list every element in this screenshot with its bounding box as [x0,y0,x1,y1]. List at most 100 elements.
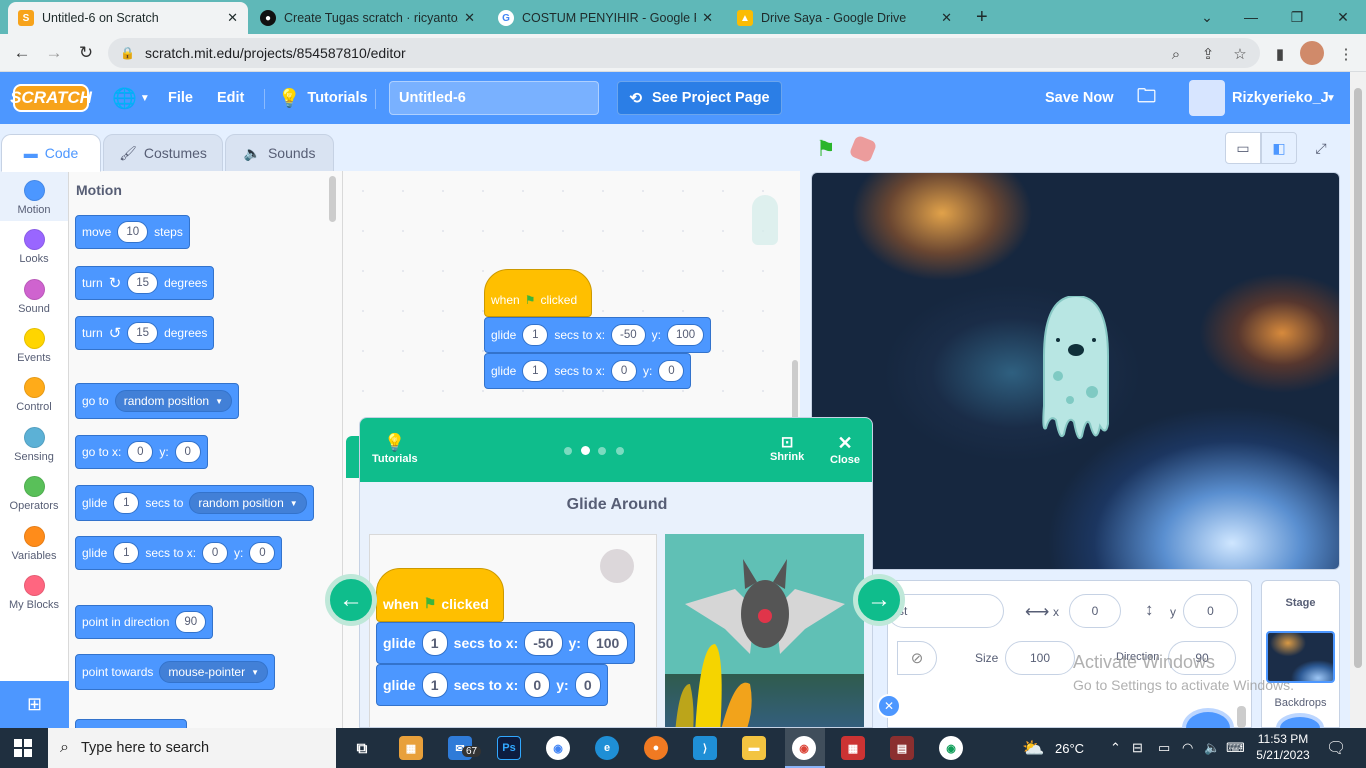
x-input[interactable]: 0 [202,542,229,564]
close-tutorial-button[interactable]: ✕ Close [830,433,860,466]
go-to-block[interactable]: go to random position ▼ [75,383,240,419]
hide-sprite-eye-icon[interactable]: ⊘ [897,641,937,675]
close-icon[interactable]: ✕ [227,10,238,26]
page-dot[interactable] [564,447,572,455]
category-my-blocks[interactable]: My Blocks [0,575,68,611]
category-motion[interactable]: Motion [0,180,68,216]
project-title-input[interactable]: Untitled-6 [389,81,599,115]
maximize-button[interactable]: ❐ [1274,0,1320,34]
archive-icon[interactable]: ▤ [890,736,914,760]
move-steps-block[interactable]: move 10 steps [75,215,190,249]
steps-input[interactable]: 10 [117,221,149,243]
address-bar[interactable]: 🔒 scratch.mit.edu/projects/854587810/edi… [108,38,1260,68]
tab-google-drive[interactable]: ▲ Drive Saya - Google Drive ✕ [727,2,962,34]
sprite-pane-scrollbar[interactable] [1237,706,1246,728]
category-events[interactable]: Events [0,328,68,364]
direction-input[interactable]: 90 [175,611,207,633]
turn-right-block[interactable]: turn ↻ 15 degrees [75,266,215,300]
menu-icon[interactable]: ⋮ [1336,44,1356,64]
category-variables[interactable]: Variables [0,526,68,562]
scratch-logo[interactable]: SCRATCH [10,84,92,112]
x-input[interactable]: 0 [611,360,638,382]
username[interactable]: Rizkyerieko_J [1232,72,1329,124]
green-flag-icon[interactable]: ⚑ [816,136,836,162]
y-input[interactable]: 0 [249,542,276,564]
chrome-secondary-icon[interactable]: ◉ [939,736,963,760]
y-input[interactable]: 100 [667,324,705,346]
file-explorer-icon[interactable]: ▬ [742,736,766,760]
secs-input[interactable]: 1 [113,492,140,514]
tab-untitled-6[interactable]: S Untitled-6 on Scratch ✕ [8,2,248,34]
language-icon[interactable]: ⌨ [1226,728,1245,768]
page-dot-current[interactable] [581,446,590,455]
vscode-icon[interactable]: ⟩ [693,736,717,760]
chrome-icon[interactable]: ◉ [546,736,570,760]
glide-to-dropdown[interactable]: random position ▼ [189,492,307,514]
workspace-scrollbar[interactable] [792,360,798,420]
tutorials-menu[interactable]: 💡 Tutorials [278,72,368,124]
clock[interactable]: 11:53 PM 5/21/2023 [1252,732,1314,762]
edit-menu[interactable]: Edit [217,72,244,124]
windows-start-icon[interactable] [14,739,32,757]
fullscreen-icon[interactable]: ⤢ [1303,132,1339,164]
save-now-button[interactable]: Save Now [1045,72,1114,124]
microsoft-store-icon[interactable]: ▦ [399,736,423,760]
point-towards-dropdown[interactable]: mouse-pointer ▼ [159,661,269,683]
glide-to-block[interactable]: glide 1 secs to random position ▼ [75,485,314,521]
share-icon[interactable]: ⇪ [1198,44,1218,64]
tab-github[interactable]: ● Create Tugas scratch · ricyanto/R ✕ [250,2,485,34]
scrollbar-thumb[interactable] [1354,88,1362,668]
go-to-dropdown[interactable]: random position ▼ [114,390,233,412]
reload-button[interactable]: ↻ [74,42,98,64]
close-icon[interactable]: ✕ [941,10,952,26]
tab-google-pen[interactable]: G COSTUM PENYIHIR - Google Pen ✕ [488,2,723,34]
close-icon[interactable]: ✕ [464,10,475,26]
delete-sprite-icon[interactable]: ✕ [877,694,901,718]
language-globe-icon[interactable]: 🌐 ▼ [112,72,150,124]
chevron-up-icon[interactable]: ⌃ [1110,728,1121,768]
task-view-icon[interactable]: ⧉ [350,736,374,760]
degrees-input[interactable]: 15 [127,272,159,294]
y-position-input[interactable]: 0 [1183,594,1238,628]
chevron-down-icon[interactable]: ▼ [1326,72,1336,124]
chrome-profile-icon[interactable]: ◉ [792,736,816,760]
temperature[interactable]: 26°C [1055,728,1084,768]
page-scrollbar[interactable] [1350,72,1366,728]
minimize-button[interactable]: — [1228,0,1274,34]
battery-icon[interactable]: ▭ [1158,728,1170,768]
add-extension-button[interactable]: ⊞ [0,681,69,728]
tutorials-library-button[interactable]: 💡 Tutorials [372,433,418,465]
tab-costumes[interactable]: 🖌 Costumes [103,134,223,172]
secs-input[interactable]: 1 [522,360,549,382]
forward-button[interactable]: → [42,42,66,64]
zoom-icon[interactable]: ⌕ [1166,44,1186,64]
category-sensing[interactable]: Sensing [0,427,68,463]
profile-avatar[interactable] [1300,41,1324,65]
back-button[interactable]: ← [10,42,34,64]
category-looks[interactable]: Looks [0,229,68,265]
x-input[interactable]: -50 [611,324,646,346]
next-step-arrow-icon[interactable]: → [853,574,905,626]
page-dot[interactable] [616,447,624,455]
y-input[interactable]: 0 [658,360,685,382]
y-input[interactable]: 0 [174,441,201,463]
degrees-input[interactable]: 15 [127,322,159,344]
category-operators[interactable]: Operators [0,476,68,512]
small-stage-icon[interactable]: ▭ [1225,132,1261,164]
point-towards-block[interactable]: point towards mouse-pointer ▼ [75,654,276,690]
turn-left-block[interactable]: turn ↺ 15 degrees [75,316,215,350]
wifi-icon[interactable]: ◠ [1182,728,1193,768]
window-close-button[interactable]: ✕ [1320,0,1366,34]
weather-icon[interactable]: ⛅ [1022,728,1044,768]
normal-stage-icon[interactable]: ◧ [1261,132,1297,164]
close-icon[interactable]: ✕ [702,10,713,26]
folder-icon[interactable]: 🗀 [1137,72,1156,124]
shrink-button[interactable]: ⊡ Shrink [770,433,804,463]
size-input[interactable]: 100 [1005,641,1075,675]
edge-icon[interactable]: e [595,736,619,760]
new-tab-button[interactable]: + [976,6,988,29]
ghost-sprite[interactable] [1036,296,1116,446]
glide-xy-block[interactable]: glide 1 secs to x: 0 y: 0 [75,536,283,570]
previous-step-arrow-icon[interactable]: ← [325,574,377,626]
when-flag-clicked-block[interactable]: when ⚑ clicked [484,269,592,317]
